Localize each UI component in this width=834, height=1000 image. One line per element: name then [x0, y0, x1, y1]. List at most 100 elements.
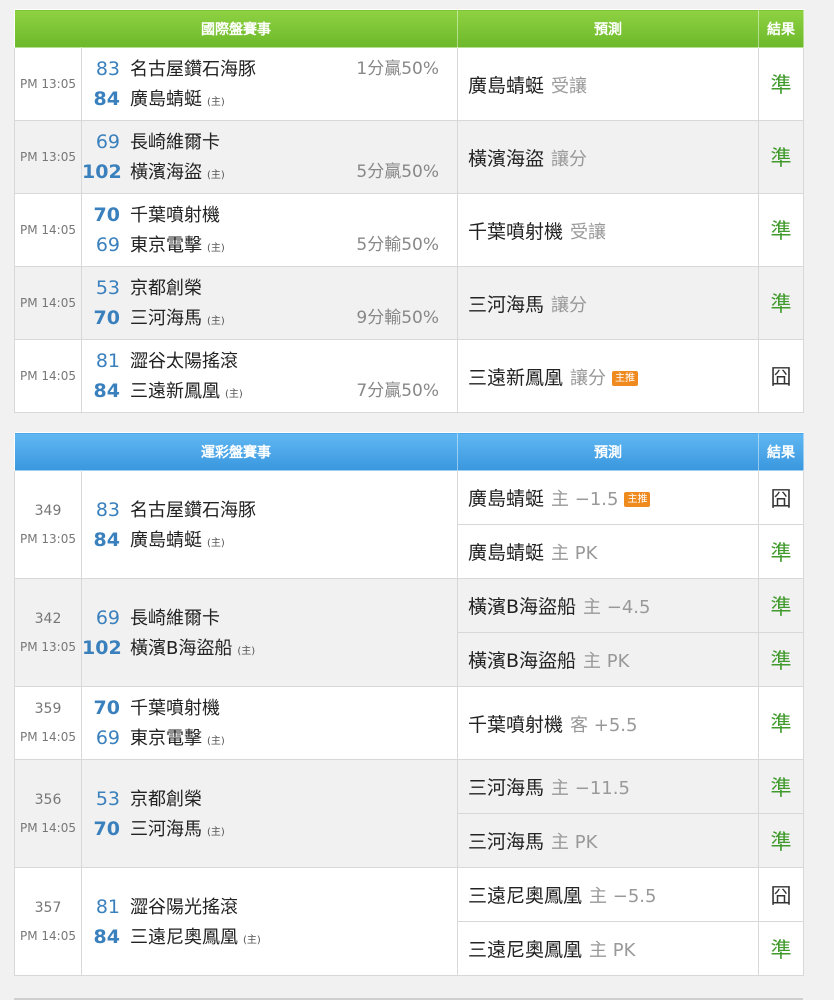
prediction-type: 受讓 [570, 221, 607, 243]
result: 準 [758, 266, 804, 340]
home-team: 69 東京電擊 (主) [82, 723, 457, 753]
result: 準 [758, 759, 804, 814]
home-marker: (主) [207, 736, 225, 747]
home-marker: (主) [237, 645, 256, 657]
team-name: 廣島蜻蜓 [130, 89, 202, 110]
prediction-type: 主 PK [589, 940, 636, 961]
prediction-type: 主 −1.5 [551, 489, 619, 510]
team-number: 102 [82, 161, 122, 183]
matchup: 53 京都創榮 70 三河海馬 (主) [81, 759, 458, 868]
game-id: 349 [34, 502, 62, 519]
matchup: 81 澀谷太陽搖滾 84 三遠新鳳凰 (主) 7分贏50% [81, 339, 458, 413]
sports-lottery-table: 運彩盤賽事 預測 結果 349 PM 13:05 83 名古屋鑽石海豚 84 廣島蜻… [14, 432, 804, 976]
result: 囧 [758, 867, 804, 922]
result: 準 [758, 120, 804, 194]
prediction: 橫濱B海盜船主 −4.5 [457, 578, 759, 633]
home-team: 84 廣島蜻蜓 (主) [82, 525, 457, 555]
home-team: 102 橫濱B海盜船 (主) [82, 633, 457, 663]
prediction-team: 廣島蜻蜓 [468, 488, 545, 510]
team-name: 千葉噴射機 [130, 205, 220, 226]
intl-header-result: 結果 [758, 9, 804, 48]
team-name: 廣島蜻蜓 [130, 529, 202, 551]
table-row[interactable]: 356 PM 14:05 53 京都創榮 70 三河海馬 (主) 三河海馬主 −11.… [14, 759, 804, 868]
result: 準 [758, 632, 804, 687]
prediction: 橫濱海盜 讓分 [457, 120, 759, 194]
prediction-type: 讓分 [551, 294, 588, 316]
table-row[interactable]: PM 14:05 70 千葉噴射機 69 東京電擊 (主) 5分輸50% 千葉噴射機受… [14, 193, 804, 267]
home-team: 84 三遠尼奧鳳凰 (主) [82, 922, 457, 952]
odds-line: 5分輸50% [356, 235, 439, 255]
table-row[interactable]: 349 PM 13:05 83 名古屋鑽石海豚 84 廣島蜻蜓 (主) 廣島蜻蜓主 −… [14, 470, 804, 579]
away-team: 70 千葉噴射機 [82, 693, 457, 723]
away-team: 81 澀谷太陽搖滾 [82, 346, 457, 376]
away-team: 70 千葉噴射機 [82, 200, 457, 230]
result: 準 [758, 47, 804, 121]
team-number: 70 [93, 697, 120, 719]
result: 囧 [758, 339, 804, 413]
game-id: 359 [34, 701, 62, 717]
game-time: PM 14:05 [14, 266, 82, 340]
team-name: 橫濱海盜 [130, 162, 202, 183]
prediction-type: 主 PK [551, 543, 598, 564]
home-marker: (主) [207, 316, 225, 327]
team-number: 70 [93, 817, 120, 840]
team-name: 京都創榮 [130, 278, 202, 299]
odds-line: 9分輸50% [356, 308, 439, 328]
game-time: PM 14:05 [20, 928, 76, 943]
prediction: 三河海馬主 PK [457, 813, 759, 868]
game-id: 342 [34, 610, 62, 627]
prediction: 三河海馬 讓分 [457, 266, 759, 340]
table-row[interactable]: PM 13:05 83 名古屋鑽石海豚 1分贏50% 84 廣島蜻蜓 (主) 廣島蜻蜓… [14, 47, 804, 121]
prediction-team: 橫濱海盜 [468, 147, 545, 170]
table-row[interactable]: 342 PM 13:05 69 長崎維爾卡 102 橫濱B海盜船 (主) 橫濱B海盜船… [14, 578, 804, 687]
table-row[interactable]: PM 14:05 81 澀谷太陽搖滾 84 三遠新鳳凰 (主) 7分贏50% 三遠新鳳… [14, 339, 804, 413]
matchup: 70 千葉噴射機 69 東京電擊 (主) [81, 686, 458, 760]
home-marker: (主) [207, 243, 225, 254]
team-name: 三河海馬 [130, 818, 202, 840]
odds-line: 7分贏50% [356, 381, 439, 401]
prediction-type: 主 −11.5 [551, 778, 630, 799]
prediction: 三遠尼奧鳳凰主 PK [457, 921, 759, 976]
team-name: 長崎維爾卡 [130, 607, 220, 629]
game-info: 359 PM 14:05 [14, 686, 82, 760]
table-row[interactable]: PM 14:05 53 京都創榮 70 三河海馬 (主) 9分輸50% 三河海馬 讓分 … [14, 266, 804, 340]
prediction: 三遠新鳳凰 讓分 主推 [457, 339, 759, 413]
prediction: 廣島蜻蜓 受讓 [457, 47, 759, 121]
team-number: 83 [95, 498, 120, 521]
matchup: 70 千葉噴射機 69 東京電擊 (主) 5分輸50% [81, 193, 458, 267]
away-team: 53 京都創榮 [82, 784, 457, 814]
team-name: 京都創榮 [130, 788, 202, 810]
game-time: PM 13:05 [20, 531, 76, 546]
prediction: 千葉噴射機 受讓 [457, 193, 759, 267]
game-id: 356 [34, 791, 62, 808]
team-name: 三遠新鳳凰 [130, 381, 220, 402]
home-marker: (主) [207, 97, 225, 108]
prediction-team: 三遠新鳳凰 [468, 366, 564, 389]
game-time: PM 14:05 [20, 730, 76, 744]
prediction: 廣島蜻蜓主 PK [457, 524, 759, 579]
home-team: 84 三遠新鳳凰 (主) 7分贏50% [82, 376, 457, 406]
prediction-type: 主 −5.5 [589, 886, 657, 907]
team-number: 84 [93, 88, 120, 110]
result: 囧 [758, 470, 804, 525]
result: 準 [758, 686, 804, 760]
table-row[interactable]: PM 13:05 69 長崎維爾卡 102 橫濱海盜 (主) 5分贏50% 橫濱海盜讓… [14, 120, 804, 194]
game-info: 342 PM 13:05 [14, 578, 82, 687]
prediction: 廣島蜻蜓主 −1.5 主推 [457, 470, 759, 525]
prediction-team: 三河海馬 [468, 293, 545, 316]
team-number: 69 [95, 727, 120, 749]
team-number: 70 [93, 204, 120, 226]
prediction-team: 橫濱B海盜船 [468, 596, 577, 618]
prediction-team: 三遠尼奧鳳凰 [468, 939, 583, 961]
team-number: 102 [82, 636, 122, 659]
prediction-team: 廣島蜻蜓 [468, 542, 545, 564]
team-number: 84 [93, 380, 120, 402]
team-number: 84 [93, 925, 120, 948]
prediction: 三河海馬主 −11.5 [457, 759, 759, 814]
table-row[interactable]: 359 PM 14:05 70 千葉噴射機 69 東京電擊 (主) 千葉噴射機客 +5… [14, 686, 804, 760]
result: 準 [758, 921, 804, 976]
table-row[interactable]: 357 PM 14:05 81 澀谷陽光搖滾 84 三遠尼奧鳳凰 (主) 三遠尼奧鳳凰… [14, 867, 804, 976]
home-team: 70 三河海馬 (主) [82, 814, 457, 844]
away-team: 69 長崎維爾卡 [82, 127, 457, 157]
intl-header-prediction: 預測 [457, 9, 759, 48]
